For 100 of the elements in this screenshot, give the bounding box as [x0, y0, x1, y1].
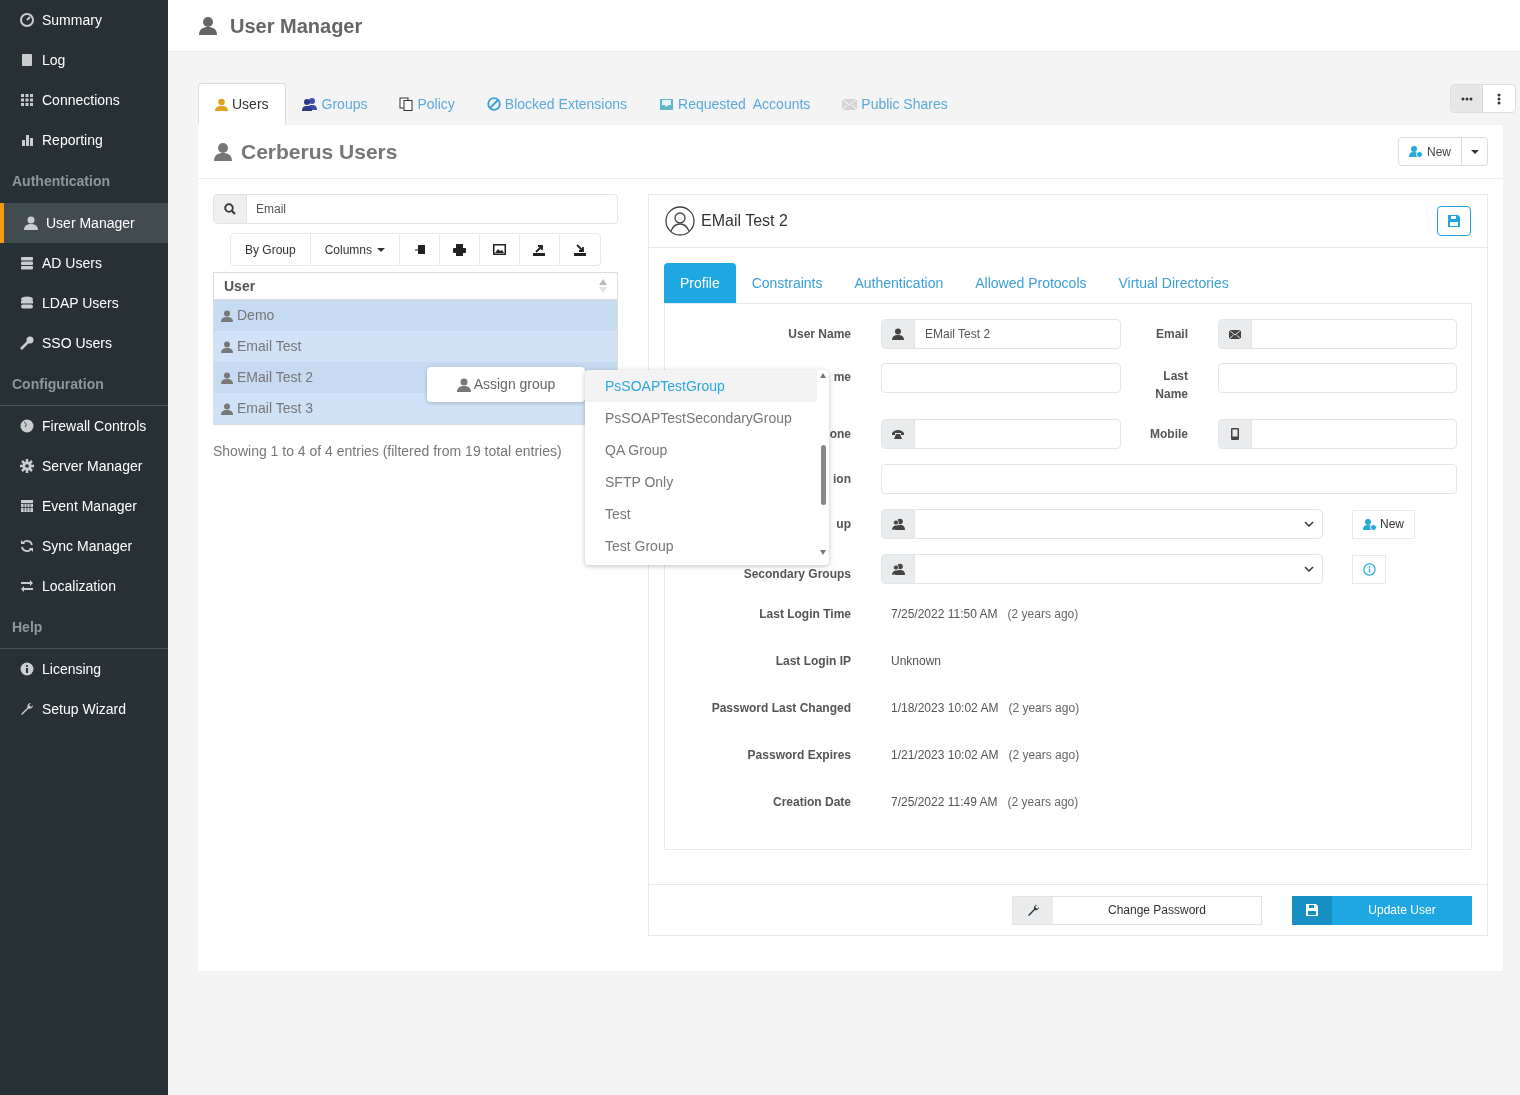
columns-button[interactable]: Columns	[310, 234, 401, 265]
field-label: User Name	[787, 326, 851, 343]
page-title: User Manager	[230, 13, 363, 39]
input-field[interactable]	[881, 363, 1121, 393]
assign-group-button[interactable]: Assign group	[427, 367, 585, 402]
input-field[interactable]	[1218, 319, 1457, 349]
phone-icon	[892, 429, 904, 439]
floppy-icon	[1448, 215, 1460, 227]
caret-icon	[377, 247, 386, 252]
sidebar-item[interactable]: Summary	[0, 0, 168, 40]
kebab-icon	[1497, 92, 1501, 105]
sidebar-item[interactable]: Setup Wizard	[0, 689, 168, 729]
user-icon	[221, 340, 233, 353]
field-label: one	[828, 426, 851, 443]
input-field[interactable]	[881, 419, 1121, 449]
sidebar-item[interactable]: SSO Users	[0, 323, 168, 363]
panel-title: Cerberus Users	[241, 138, 398, 165]
input-field[interactable]	[881, 464, 1457, 494]
relative-time: (2 years ago)	[1008, 747, 1080, 764]
user-icon	[221, 402, 233, 415]
user-icon	[215, 97, 228, 111]
ellipsis-icon	[1460, 96, 1473, 101]
sidebar-heading: Help	[12, 617, 43, 637]
sidebar-item[interactable]: Firewall Controls	[0, 406, 168, 446]
add-user-icon	[1409, 145, 1423, 158]
user-icon	[213, 141, 233, 162]
sidebar-item[interactable]: Server Manager	[0, 446, 168, 486]
user-icon	[221, 309, 233, 322]
field-value: 1/18/2023 10:02 AM	[891, 700, 999, 717]
users-icon	[891, 518, 905, 530]
input-field[interactable]	[1218, 419, 1457, 449]
menu-option[interactable]: Test	[585, 498, 817, 530]
swap-arrows-icon	[20, 579, 34, 593]
save-button[interactable]	[1437, 206, 1471, 236]
server-icon	[20, 256, 34, 270]
sort-icon[interactable]	[599, 279, 607, 293]
field-label: Creation Date	[771, 794, 851, 811]
menu-option[interactable]: SFTP Only	[585, 466, 817, 498]
text-input[interactable]: EMail Test 2	[915, 320, 1120, 348]
user-title: EMail Test 2	[701, 211, 788, 231]
gear-icon	[20, 459, 34, 473]
book-icon	[20, 53, 34, 67]
ban-icon	[486, 97, 501, 111]
more-button[interactable]	[1451, 85, 1483, 112]
sidebar-item[interactable]: AD Users	[0, 243, 168, 283]
key-icon	[20, 336, 34, 350]
field-value: Unknown	[891, 653, 942, 670]
calendar-icon	[20, 499, 34, 513]
info-icon	[20, 662, 34, 676]
field-label: Mobile	[1149, 426, 1188, 443]
input-field[interactable]	[1218, 363, 1457, 393]
search-icon	[224, 203, 236, 215]
user-icon	[198, 15, 218, 36]
export-icon	[533, 243, 546, 256]
sidebar-item[interactable]: Localization	[0, 566, 168, 606]
user-icon	[892, 328, 904, 340]
sidebar-item[interactable]: Sync Manager	[0, 526, 168, 566]
group-select[interactable]	[881, 554, 1323, 584]
input-field[interactable]: EMail Test 2	[881, 319, 1121, 349]
field-label: Last Login IP	[774, 653, 851, 670]
wrench-icon	[20, 702, 34, 716]
sync-icon	[20, 539, 34, 553]
mobile-icon	[1231, 428, 1239, 440]
sidebar-item[interactable]: Licensing	[0, 649, 168, 689]
field-value: 7/25/2022 11:50 AM	[891, 606, 998, 623]
envelope-icon	[842, 98, 858, 110]
change-password-button[interactable]: Change Password	[1012, 895, 1262, 925]
sidebar-item[interactable]: Reporting	[0, 120, 168, 160]
sidebar-item[interactable]: User Manager	[0, 203, 168, 243]
floppy-icon	[1306, 904, 1318, 916]
import-icon	[573, 243, 586, 256]
field-value: 1/21/2023 10:02 AM	[891, 747, 999, 764]
field-label: Password Last Changed	[710, 700, 851, 717]
sidebar-item[interactable]: Connections	[0, 80, 168, 120]
gauge-icon	[20, 13, 34, 27]
table-info: Showing 1 to 4 of 4 entries (filtered from 19 total entries)	[213, 442, 562, 461]
inbox-icon	[659, 97, 675, 111]
sidebar-item[interactable]: Log	[0, 40, 168, 80]
image-icon	[493, 244, 506, 255]
field-label: me	[832, 369, 851, 386]
new-group-button[interactable]: New	[1352, 509, 1415, 539]
relative-time: (2 years ago)	[1007, 794, 1079, 811]
caret-icon	[1470, 149, 1479, 154]
info-button[interactable]	[1352, 554, 1386, 584]
column-header[interactable]: User	[224, 275, 256, 297]
field-label: Password Expires	[746, 747, 851, 764]
menu-option[interactable]: Test Group	[585, 530, 817, 562]
group-select[interactable]	[881, 509, 1323, 539]
sidebar-heading: Authentication	[12, 171, 110, 191]
menu-option[interactable]: QA Group	[585, 434, 817, 466]
field-label: Email	[1155, 326, 1188, 343]
sidebar-item[interactable]: Event Manager	[0, 486, 168, 526]
sidebar-item[interactable]: LDAP Users	[0, 283, 168, 323]
users-icon	[301, 97, 318, 111]
user-icon	[24, 216, 38, 230]
by-group-button[interactable]: By Group	[231, 234, 311, 265]
user-avatar-icon	[665, 206, 695, 236]
info-icon	[1362, 562, 1376, 576]
field-label: Last Name	[1154, 368, 1188, 403]
tab[interactable]: Users	[198, 83, 286, 125]
